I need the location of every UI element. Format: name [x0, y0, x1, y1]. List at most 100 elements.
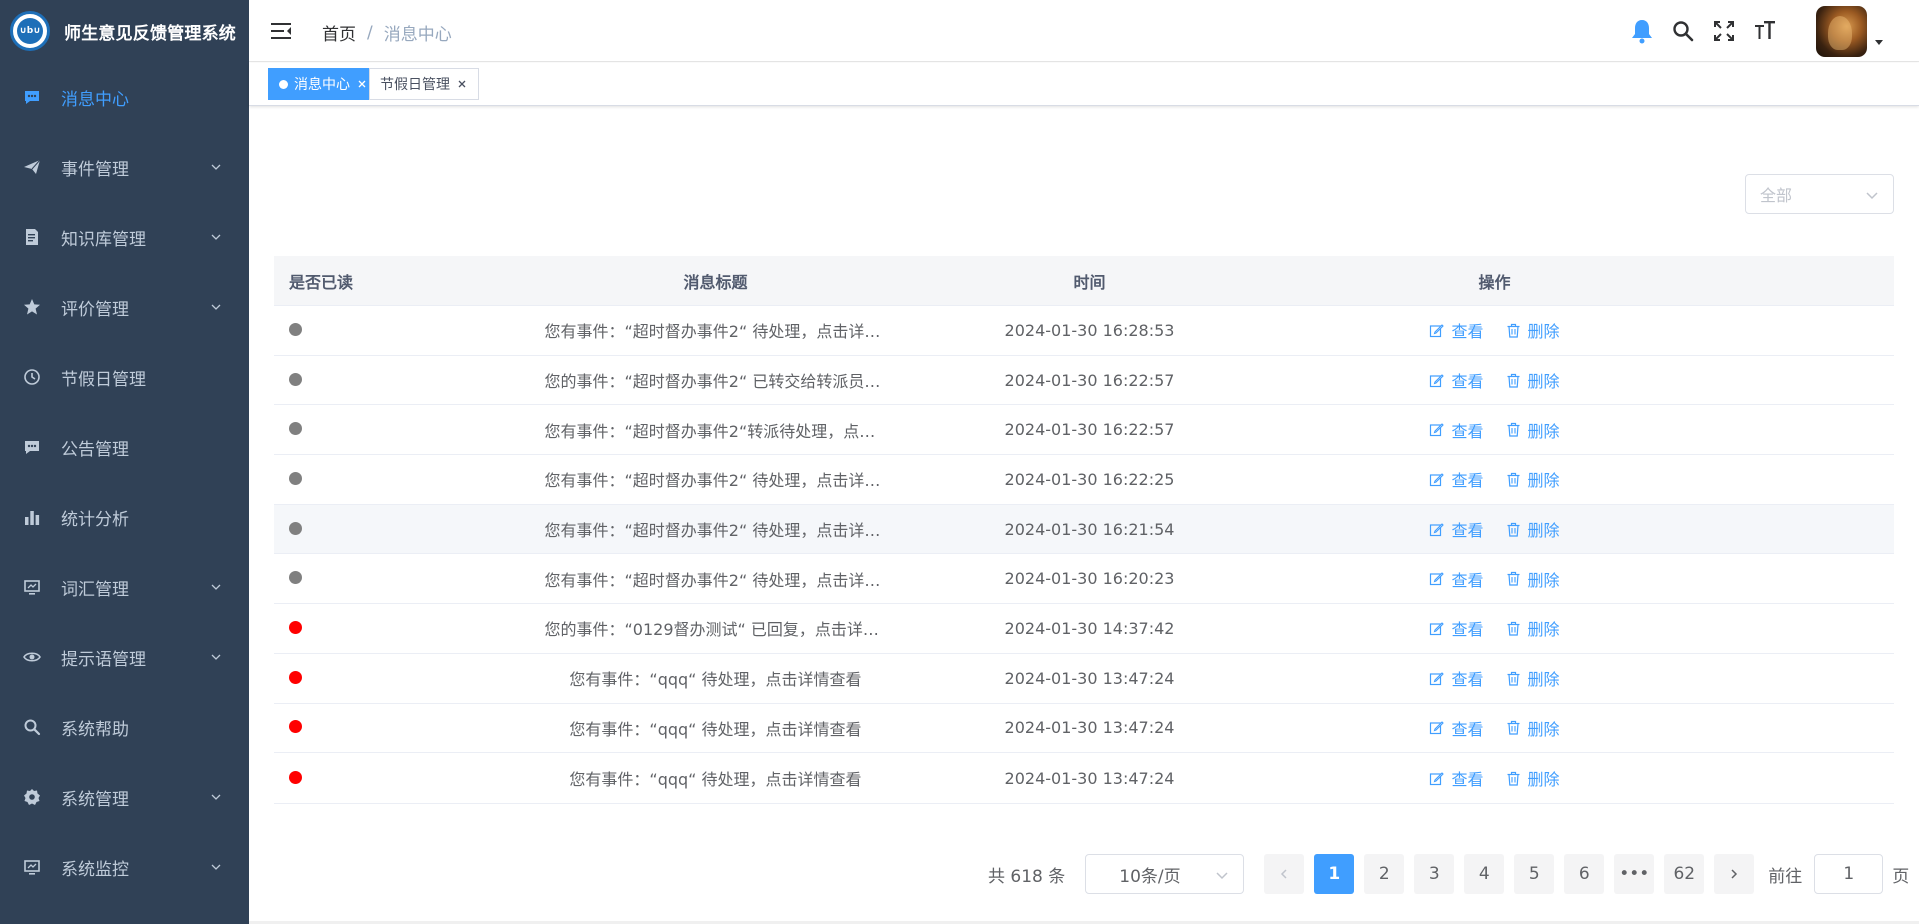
delete-label: 删除 — [1527, 372, 1560, 392]
font-size-icon[interactable] — [1751, 17, 1779, 45]
delete-label: 删除 — [1527, 322, 1560, 342]
delete-button[interactable]: 删除 — [1506, 368, 1560, 392]
table-row[interactable]: 您的事件：“超时督办事件2“ 已转交给转派员，点击详情查看 2024-01-30 … — [274, 356, 1894, 406]
message-time: 2024-01-30 16:28:53 — [1004, 320, 1175, 340]
view-label: 查看 — [1451, 521, 1484, 541]
fullscreen-icon[interactable] — [1710, 17, 1738, 45]
table-row[interactable]: 您有事件：“超时督办事件2“ 待处理，点击详情查看 2024-01-30 16:2… — [274, 504, 1894, 555]
caret-down-icon[interactable] — [1873, 36, 1885, 48]
sidebar-item-11[interactable]: 系统监控 — [0, 832, 249, 902]
page-button[interactable]: 3 — [1414, 854, 1455, 894]
active-dot — [279, 79, 288, 89]
view-button[interactable]: 查看 — [1429, 517, 1484, 541]
close-icon[interactable] — [356, 78, 368, 90]
table-header: 是否已读 消息标题 时间 操作 — [274, 256, 1894, 306]
view-button[interactable]: 查看 — [1429, 467, 1484, 491]
read-status-select[interactable]: 全部 — [1745, 174, 1894, 214]
star-icon — [22, 297, 42, 317]
logo-area: ∪b∪ 师生意见反馈管理系统 — [0, 0, 249, 62]
table-row[interactable]: 您的事件：“0129督办测试“ 已回复，点击详情查看 2024-01-30 14:… — [274, 604, 1894, 654]
column-header-actions: 操作 — [1478, 272, 1511, 292]
page-button[interactable]: 4 — [1464, 854, 1505, 894]
view-button[interactable]: 查看 — [1429, 766, 1484, 790]
sidebar-item-3[interactable]: 评价管理 — [0, 272, 249, 342]
sidebar-item-2[interactable]: 知识库管理 — [0, 202, 249, 272]
table-row[interactable]: 您有事件：“qqq“ 待处理，点击详情查看 2024-01-30 13:47:24… — [274, 654, 1894, 704]
sidebar-item-8[interactable]: 提示语管理 — [0, 622, 249, 692]
table-row[interactable]: 您有事件：“qqq“ 待处理，点击详情查看 2024-01-30 13:47:24… — [274, 704, 1894, 754]
table-row[interactable]: 您有事件：“超时督办事件2“ 待处理，点击详情查看 2024-01-30 16:2… — [274, 554, 1894, 605]
view-label: 查看 — [1451, 570, 1484, 590]
breadcrumb: 首页 / 消息中心 — [322, 20, 452, 46]
delete-button[interactable]: 删除 — [1506, 318, 1560, 342]
trash-icon — [1507, 721, 1519, 735]
view-button[interactable]: 查看 — [1429, 616, 1484, 640]
delete-button[interactable]: 删除 — [1506, 567, 1560, 591]
next-page-button[interactable] — [1714, 854, 1755, 894]
search-icon[interactable] — [1669, 17, 1697, 45]
view-button[interactable]: 查看 — [1429, 318, 1484, 342]
page-size-select[interactable]: 10条/页 — [1085, 854, 1245, 894]
page-button[interactable]: 2 — [1364, 854, 1405, 894]
clock-icon — [22, 367, 42, 387]
goto-page-input[interactable]: 1 — [1814, 854, 1884, 894]
chevron-down-icon — [209, 299, 223, 313]
view-label: 查看 — [1451, 770, 1484, 790]
sidebar-item-label: 消息中心 — [61, 89, 129, 110]
sidebar-item-10[interactable]: 系统管理 — [0, 762, 249, 832]
table-row[interactable]: 您有事件：“超时督办事件2“ 待处理，点击详情查看 2024-01-30 16:2… — [274, 306, 1894, 356]
close-icon[interactable] — [456, 78, 468, 90]
delete-label: 删除 — [1527, 471, 1560, 491]
sidebar-item-7[interactable]: 词汇管理 — [0, 552, 249, 622]
page-button[interactable]: 6 — [1564, 854, 1605, 894]
sidebar-item-1[interactable]: 事件管理 — [0, 132, 249, 202]
sidebar-item-label: 知识库管理 — [61, 229, 146, 250]
delete-button[interactable]: 删除 — [1506, 666, 1560, 690]
avatar[interactable] — [1816, 5, 1867, 57]
message-title: 您有事件：“超时督办事件2“ 待处理，点击详情查看 — [544, 570, 887, 590]
tags-view: 消息中心 节假日管理 — [249, 63, 1919, 106]
tab-0[interactable]: 消息中心 — [268, 68, 379, 100]
prev-page-button[interactable] — [1264, 854, 1305, 894]
pagination-total: 共 618 条 — [988, 866, 1066, 887]
bell-icon[interactable] — [1628, 17, 1656, 45]
more-pages-button[interactable]: ••• — [1614, 854, 1655, 894]
view-button[interactable]: 查看 — [1429, 368, 1484, 392]
view-button[interactable]: 查看 — [1429, 666, 1484, 690]
trash-icon — [1507, 771, 1519, 786]
view-button[interactable]: 查看 — [1429, 716, 1484, 740]
delete-button[interactable]: 删除 — [1506, 467, 1560, 491]
page-button[interactable]: 5 — [1514, 854, 1555, 894]
delete-button[interactable]: 删除 — [1506, 418, 1560, 442]
delete-button[interactable]: 删除 — [1506, 766, 1560, 790]
sidebar-item-label: 统计分析 — [61, 509, 129, 530]
message-title: 您有事件：“qqq“ 待处理，点击详情查看 — [569, 670, 862, 690]
sidebar-item-4[interactable]: 节假日管理 — [0, 342, 249, 412]
page-button[interactable]: 62 — [1664, 854, 1705, 894]
table-row[interactable]: 您有事件：“qqq“ 待处理，点击详情查看 2024-01-30 13:47:24… — [274, 753, 1894, 803]
page-button[interactable]: 1 — [1314, 854, 1355, 894]
view-label: 查看 — [1451, 421, 1484, 441]
view-button[interactable]: 查看 — [1429, 567, 1484, 591]
sidebar-item-0[interactable]: 消息中心 — [0, 62, 249, 132]
sidebar-item-9[interactable]: 系统帮助 — [0, 692, 249, 762]
view-button[interactable]: 查看 — [1429, 418, 1484, 442]
tab-1[interactable]: 节假日管理 — [369, 68, 479, 100]
chevron-down-icon — [209, 579, 223, 593]
read-status-select-value: 全部 — [1760, 186, 1793, 205]
table-row[interactable]: 您有事件：“超时督办事件2“转派待处理，点击详情查看 2024-01-30 16:… — [274, 405, 1894, 456]
table-row[interactable]: 您有事件：“超时督办事件2“ 待处理，点击详情查看 2024-01-30 16:2… — [274, 455, 1894, 505]
sidebar-item-6[interactable]: 统计分析 — [0, 482, 249, 552]
goto-label: 前往 — [1768, 866, 1803, 887]
right-menu — [1628, 0, 1919, 62]
edit-icon — [1430, 671, 1445, 685]
breadcrumb-home[interactable]: 首页 — [322, 20, 356, 45]
delete-button[interactable]: 删除 — [1506, 616, 1560, 640]
sidebar-item-5[interactable]: 公告管理 — [0, 412, 249, 482]
delete-button[interactable]: 删除 — [1506, 716, 1560, 740]
unread-status-dot — [289, 670, 302, 684]
hamburger-icon[interactable] — [270, 20, 292, 42]
chevron-down-icon — [1216, 872, 1228, 880]
message-title: 您的事件：“超时督办事件2“ 已转交给转派员，点击详情查看 — [544, 372, 887, 392]
delete-button[interactable]: 删除 — [1506, 517, 1560, 541]
